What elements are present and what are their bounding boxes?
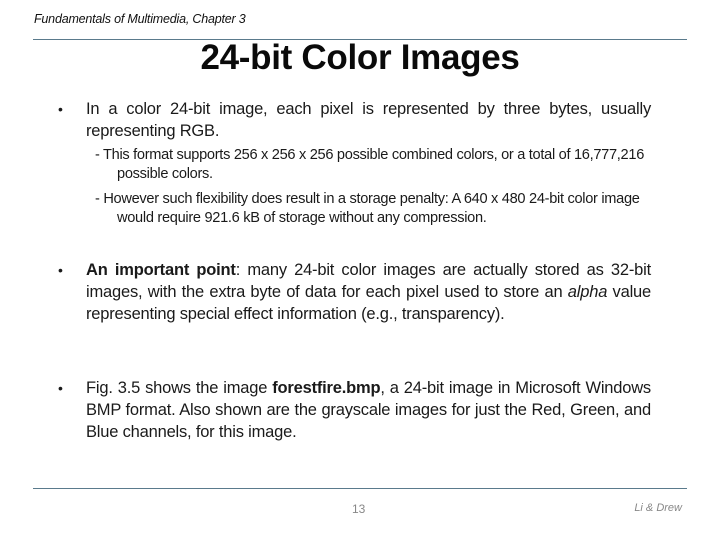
bullet-text: In a color 24-bit image, each pixel is r… — [86, 100, 651, 140]
slide-header: Fundamentals of Multimedia, Chapter 3 — [34, 12, 246, 26]
bullet-point: • Fig. 3.5 shows the image forestfire.bm… — [58, 377, 651, 443]
italic-term: alpha — [567, 283, 608, 301]
sub-point: - This format supports 256 x 256 x 256 p… — [95, 147, 645, 182]
slide-title: 24-bit Color Images — [200, 38, 520, 77]
footer-divider — [33, 488, 687, 489]
bold-lead: An important point — [86, 261, 236, 279]
bullet-point: • An important point: many 24-bit color … — [58, 259, 651, 325]
bullet-icon: • — [58, 380, 63, 396]
page-number: 13 — [352, 502, 366, 516]
sub-point: - However such flexibility does result i… — [95, 191, 640, 226]
bullet-text: Fig. 3.5 shows the image — [86, 379, 273, 397]
bullet-icon: • — [58, 262, 63, 278]
bullet-icon: • — [58, 101, 63, 117]
bullet-point: • In a color 24-bit image, each pixel is… — [58, 98, 651, 142]
filename: forestfire.bmp — [272, 379, 381, 397]
footer-authors: Li & Drew — [634, 502, 682, 514]
